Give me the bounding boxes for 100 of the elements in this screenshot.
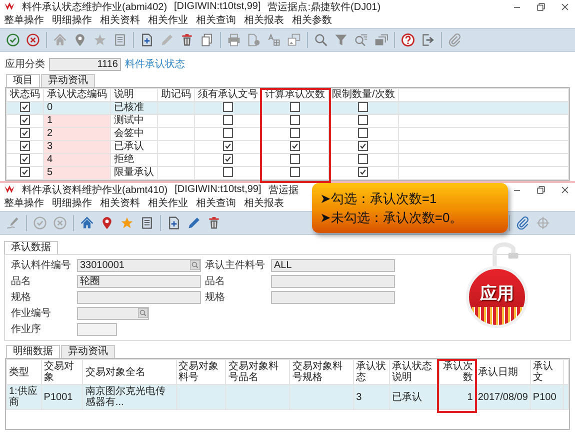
field-label: 作业序 [11, 322, 42, 336]
help-icon[interactable] [401, 33, 415, 47]
star-icon[interactable] [93, 33, 107, 47]
checkbox[interactable] [358, 102, 368, 112]
menu-item[interactable]: 相关参数 [292, 12, 332, 26]
checkbox[interactable] [20, 102, 30, 112]
menu-item[interactable]: 整单操作 [4, 12, 44, 26]
table-cell: 2 [44, 128, 110, 140]
table-row[interactable]: 3 已承认 [6, 140, 568, 154]
picture-icon[interactable] [287, 33, 301, 47]
table-row[interactable]: 5 限量承认 [6, 166, 568, 180]
menu-item[interactable]: 相关作业 [148, 12, 188, 26]
table-row[interactable]: 4 拒绝 [6, 154, 568, 166]
table-cell: 已承认 [110, 140, 158, 154]
pencil-icon[interactable] [187, 216, 201, 230]
input-field[interactable] [77, 290, 201, 304]
menu-item[interactable]: 相关资料 [100, 196, 140, 210]
exit-icon[interactable] [421, 33, 435, 47]
checkbox[interactable] [20, 115, 30, 126]
list-icon[interactable] [140, 216, 154, 230]
search-list-icon[interactable] [354, 33, 368, 47]
checkbox[interactable] [290, 128, 300, 138]
trash-icon[interactable] [180, 33, 194, 47]
checkbox[interactable] [223, 115, 233, 126]
checkbox[interactable] [223, 167, 233, 178]
input-field[interactable]: 1116 [49, 58, 121, 70]
close-icon[interactable] [559, 184, 571, 196]
restore-icon[interactable] [535, 184, 547, 196]
input-field[interactable]: 33010001 [77, 258, 201, 272]
checkbox[interactable] [20, 141, 30, 152]
translate-icon[interactable] [267, 33, 281, 47]
search-icon[interactable] [314, 33, 328, 47]
checkbox[interactable] [358, 115, 368, 126]
window-title: 料件承认状态维护作业(abmi402) [22, 0, 168, 14]
menu-item[interactable]: 相关报表 [244, 196, 284, 210]
table-cell: 已承认 [390, 384, 440, 410]
checkbox[interactable] [358, 128, 368, 138]
checkbox[interactable] [290, 141, 300, 152]
menu-item[interactable]: 明细操作 [52, 12, 92, 26]
tab[interactable]: 异动资讯 [41, 74, 95, 87]
checkbox[interactable] [20, 154, 30, 164]
pin-icon[interactable] [73, 33, 87, 47]
table-row[interactable]: 1 测试中 [6, 114, 568, 128]
checkbox[interactable] [358, 141, 368, 152]
input-field[interactable] [271, 290, 395, 304]
checkbox[interactable] [358, 154, 368, 164]
filter-icon[interactable] [334, 33, 348, 47]
table-cell: 3 [44, 140, 110, 154]
checkbox[interactable] [223, 154, 233, 164]
menu-item[interactable]: 相关查询 [196, 196, 236, 210]
tab[interactable]: 项目 [6, 74, 40, 87]
window-title: 料件承认资料维护作业(abmt410) [22, 184, 168, 196]
checkbox[interactable] [223, 128, 233, 138]
check-circle-icon[interactable] [6, 33, 20, 47]
menu-item[interactable]: 相关查询 [196, 12, 236, 26]
trash-icon[interactable] [207, 216, 221, 230]
lookup-icon[interactable] [138, 308, 148, 318]
checkbox[interactable] [290, 154, 300, 164]
stack-icon[interactable] [374, 33, 388, 47]
tab[interactable]: 明细数据 [6, 345, 60, 358]
home-icon[interactable] [80, 216, 94, 230]
input-field[interactable]: ALL [271, 258, 395, 272]
tab[interactable]: 异动资讯 [61, 345, 115, 358]
checkbox[interactable] [223, 141, 233, 152]
checkbox[interactable] [223, 102, 233, 112]
checkbox[interactable] [358, 167, 368, 178]
menu-item[interactable]: 整单操作 [4, 196, 44, 210]
new-document-icon[interactable] [140, 33, 154, 47]
checkbox[interactable] [20, 128, 30, 138]
field-label: 承认主件料号 [205, 258, 266, 272]
restore-icon[interactable] [535, 0, 547, 12]
tab[interactable]: 承认数据 [4, 241, 58, 254]
input-field[interactable]: 轮圈 [77, 274, 201, 288]
paperclip-icon[interactable] [516, 216, 530, 230]
close-icon[interactable] [559, 0, 571, 12]
copy-icon[interactable] [200, 33, 214, 47]
star-icon[interactable] [120, 216, 134, 230]
input-field[interactable] [271, 274, 395, 288]
input-field[interactable] [77, 322, 117, 336]
menu-item[interactable]: 相关作业 [148, 196, 188, 210]
pin-icon[interactable] [100, 216, 114, 230]
cross-circle-icon[interactable] [26, 33, 40, 47]
menu-item[interactable]: 明细操作 [52, 196, 92, 210]
input-field[interactable] [77, 306, 149, 320]
checkbox[interactable] [290, 102, 300, 112]
checkbox[interactable] [290, 115, 300, 126]
table-cell: 5 [44, 166, 110, 180]
printer-icon[interactable] [227, 33, 241, 47]
menu-item[interactable]: 相关报表 [244, 12, 284, 26]
checkbox[interactable] [20, 167, 30, 178]
field-label: 承认料件编号 [11, 258, 72, 272]
new-document-icon[interactable] [167, 216, 181, 230]
list-icon[interactable] [113, 33, 127, 47]
menu-item[interactable]: 相关资料 [100, 12, 140, 26]
check-circle-icon[interactable] [33, 216, 47, 230]
lookup-icon[interactable] [190, 260, 200, 270]
checkbox[interactable] [290, 167, 300, 178]
table-row[interactable]: 0 已核准 [6, 102, 568, 114]
table-row[interactable]: 2 会签中 [6, 128, 568, 140]
paperclip-icon[interactable] [448, 33, 462, 47]
